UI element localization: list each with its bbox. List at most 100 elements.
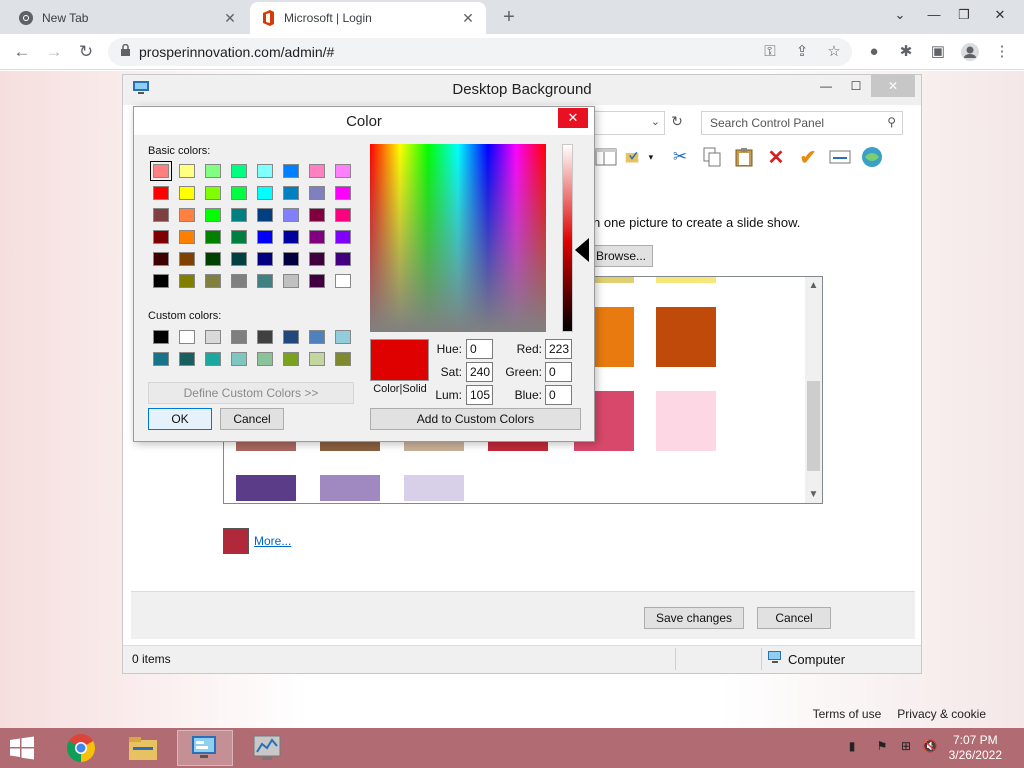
color-cell[interactable] (283, 230, 299, 244)
color-cell[interactable] (205, 164, 221, 178)
color-cell[interactable] (205, 252, 221, 266)
control-panel-taskbar-icon[interactable] (177, 730, 233, 766)
color-cell[interactable] (150, 161, 172, 181)
define-custom-colors-button[interactable]: Define Custom Colors >> (148, 382, 354, 404)
color-cell[interactable] (231, 230, 247, 244)
color-cell[interactable] (309, 230, 325, 244)
blue-input[interactable]: 0 (545, 385, 572, 405)
color-cell[interactable] (283, 330, 299, 344)
color-cell[interactable] (205, 352, 221, 366)
browse-button[interactable]: Browse... (589, 245, 653, 267)
color-cell[interactable] (231, 274, 247, 288)
color-swatch[interactable] (320, 475, 380, 501)
close-tab-icon[interactable]: ✕ (460, 10, 476, 27)
chevron-down-icon[interactable]: ⌄ (882, 0, 918, 30)
color-cell[interactable] (309, 330, 325, 344)
save-changes-button[interactable]: Save changes (644, 607, 744, 629)
globe-icon[interactable] (859, 145, 885, 169)
color-swatch[interactable] (656, 307, 716, 367)
color-cell[interactable] (257, 352, 273, 366)
key-icon[interactable]: ⚿ (760, 42, 780, 62)
color-swatch[interactable] (656, 391, 716, 451)
tab-new-tab[interactable]: New Tab ✕ (8, 2, 248, 34)
scroll-up-icon[interactable]: ▲ (805, 277, 822, 294)
color-cell[interactable] (179, 186, 195, 200)
checkmark-icon[interactable]: ✔ (795, 145, 821, 169)
color-cell[interactable] (231, 352, 247, 366)
delete-x-icon[interactable]: ✕ (763, 145, 789, 169)
chrome-taskbar-icon[interactable] (53, 730, 109, 766)
color-cell[interactable] (283, 252, 299, 266)
color-cell[interactable] (257, 208, 273, 222)
color-cell[interactable] (231, 252, 247, 266)
system-clock[interactable]: 7:07 PM 3/26/2022 (949, 733, 1002, 763)
add-to-custom-colors-button[interactable]: Add to Custom Colors (370, 408, 581, 430)
color-cell[interactable] (257, 330, 273, 344)
color-cell[interactable] (283, 274, 299, 288)
color-cell[interactable] (231, 164, 247, 178)
address-dropdown[interactable]: ⌄ (593, 111, 665, 135)
color-cell[interactable] (335, 230, 351, 244)
menu-kebab-icon[interactable]: ⋮ (992, 42, 1012, 62)
reload-icon[interactable]: ↻ (74, 40, 98, 64)
hue-input[interactable]: 0 (466, 339, 493, 359)
lum-input[interactable]: 105 (466, 385, 493, 405)
network-icon[interactable]: ⊞ (898, 739, 914, 755)
color-cell[interactable] (179, 164, 195, 178)
color-cell[interactable] (231, 330, 247, 344)
color-cell[interactable] (205, 330, 221, 344)
more-colors-link[interactable]: More... (254, 534, 291, 548)
close-window-icon[interactable]: ✕ (871, 75, 915, 97)
privacy-link[interactable]: Privacy & cookie (897, 707, 986, 721)
extensions-puzzle-icon[interactable]: ✱ (896, 42, 916, 62)
color-cell[interactable] (309, 252, 325, 266)
color-cell[interactable] (309, 164, 325, 178)
color-cell[interactable] (179, 208, 195, 222)
color-cell[interactable] (179, 274, 195, 288)
cancel-button[interactable]: Cancel (757, 607, 831, 629)
back-arrow-icon[interactable]: ← (10, 40, 34, 64)
color-cell[interactable] (257, 230, 273, 244)
color-cell[interactable] (205, 208, 221, 222)
color-cell[interactable] (309, 352, 325, 366)
color-cell[interactable] (153, 186, 169, 200)
color-cell[interactable] (205, 274, 221, 288)
color-cell[interactable] (153, 274, 169, 288)
color-cell[interactable] (179, 330, 195, 344)
search-control-panel-input[interactable]: Search Control Panel ⚲ (701, 111, 903, 135)
color-spectrum[interactable] (370, 144, 546, 332)
color-cell[interactable] (231, 208, 247, 222)
cut-scissors-icon[interactable]: ✂ (667, 145, 693, 169)
terms-of-use-link[interactable]: Terms of use (813, 707, 882, 721)
color-cell[interactable] (179, 252, 195, 266)
luminosity-slider[interactable] (562, 144, 573, 332)
profile-avatar-icon[interactable] (960, 42, 980, 62)
color-cell[interactable] (231, 186, 247, 200)
new-tab-button[interactable]: + (498, 6, 520, 28)
color-cell[interactable] (205, 230, 221, 244)
color-cell[interactable] (335, 274, 351, 288)
color-cell[interactable] (309, 274, 325, 288)
tray-flag-icon[interactable]: ⚑ (874, 739, 890, 755)
file-explorer-icon[interactable] (115, 730, 171, 766)
sat-input[interactable]: 240 (466, 362, 493, 382)
bookmark-star-icon[interactable]: ☆ (824, 42, 844, 62)
ok-button[interactable]: OK (148, 408, 212, 430)
color-cell[interactable] (335, 252, 351, 266)
performance-monitor-icon[interactable] (239, 730, 295, 766)
color-cell[interactable] (179, 352, 195, 366)
color-cell[interactable] (335, 330, 351, 344)
restore-icon[interactable]: ❐ (946, 0, 982, 30)
scroll-down-icon[interactable]: ▼ (805, 486, 822, 503)
forward-arrow-icon[interactable]: → (42, 40, 66, 64)
color-cell[interactable] (257, 186, 273, 200)
properties-icon[interactable] (827, 145, 853, 169)
share-icon[interactable]: ⇪ (792, 42, 812, 62)
minimize-icon[interactable]: — (811, 75, 841, 97)
layout-pane-icon[interactable] (593, 145, 619, 169)
color-cell[interactable] (257, 164, 273, 178)
color-cell[interactable] (283, 164, 299, 178)
color-cell[interactable] (309, 208, 325, 222)
volume-muted-icon[interactable]: 🔇 (922, 739, 938, 755)
color-cell[interactable] (205, 186, 221, 200)
